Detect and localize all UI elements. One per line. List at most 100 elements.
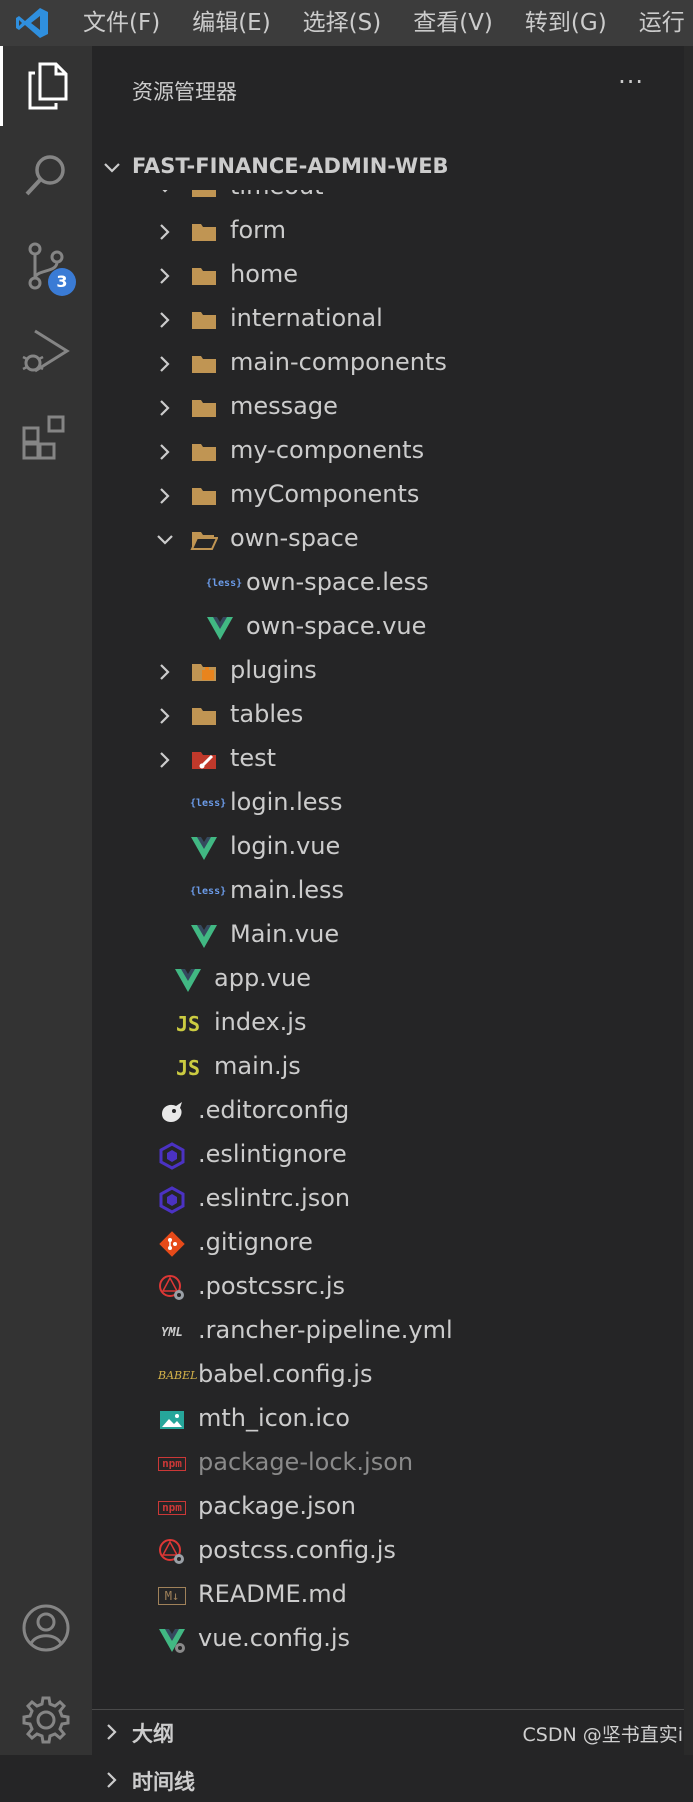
menu-item[interactable]: 编辑(E)	[192, 0, 286, 46]
tree-item-label: own-space	[230, 524, 359, 552]
menu-item[interactable]: 选择(S)	[303, 0, 398, 46]
menu-item[interactable]: 运行	[639, 0, 693, 46]
folder-row[interactable]: international	[92, 298, 684, 342]
vue-icon	[190, 922, 218, 950]
tree-item-label: own-space.vue	[246, 612, 427, 640]
tree-item-label: home	[230, 260, 299, 288]
folder-row[interactable]: own-space	[92, 518, 684, 562]
file-row[interactable]: npm package.json	[92, 1486, 684, 1530]
run-debug-activity[interactable]	[0, 312, 92, 392]
file-row[interactable]: .eslintrc.json	[92, 1178, 684, 1222]
tree-item-label: package-lock.json	[198, 1448, 414, 1476]
tree-item-label: app.vue	[214, 964, 311, 992]
file-row[interactable]: YML .rancher-pipeline.yml	[92, 1310, 684, 1354]
file-row[interactable]: {less} login.less	[92, 782, 684, 826]
test-folder-icon	[190, 746, 218, 774]
manage-activity[interactable]	[0, 1680, 92, 1760]
tree-item-label: .postcssrc.js	[198, 1272, 345, 1300]
file-row[interactable]: .editorconfig	[92, 1090, 684, 1134]
tree-item-label: my-components	[230, 436, 425, 464]
npm-icon: npm	[158, 1494, 186, 1522]
chevron-down-icon	[154, 190, 176, 203]
folder-icon	[190, 306, 218, 334]
watermark: CSDN @坚书直实i	[522, 1724, 684, 1746]
file-row[interactable]: JS index.js	[92, 1002, 684, 1046]
timeline-label: 时间线	[132, 1770, 195, 1794]
folder-row[interactable]: form	[92, 210, 684, 254]
file-row[interactable]: npm package-lock.json	[92, 1442, 684, 1486]
search-icon	[25, 155, 65, 196]
file-row[interactable]: postcss.config.js	[92, 1530, 684, 1574]
folder-row[interactable]: plugins	[92, 650, 684, 694]
tree-item-label: .eslintrc.json	[198, 1184, 351, 1212]
search-activity[interactable]	[0, 136, 92, 216]
tree-item-label: form	[230, 216, 286, 244]
less-icon-glyph: {less}	[206, 578, 243, 589]
menu-list: 文件(F) 编辑(E) 选择(S) 查看(V) 转到(G) 运行	[83, 0, 693, 46]
file-tree: timeout form home international main-compone…	[92, 190, 684, 1690]
tree-item-label: postcss.config.js	[198, 1536, 396, 1564]
file-row[interactable]: M↓ README.md	[92, 1574, 684, 1618]
tree-item-label: plugins	[230, 656, 317, 684]
git-icon	[158, 1230, 186, 1258]
file-row[interactable]: {less} main.less	[92, 870, 684, 914]
folder-row[interactable]: main-components	[92, 342, 684, 386]
postcss-icon	[158, 1274, 186, 1302]
less-icon-glyph: {less}	[190, 886, 227, 897]
file-row[interactable]: mth_icon.ico	[92, 1398, 684, 1442]
tree-item-label: own-space.less	[246, 568, 429, 596]
folder-icon	[190, 702, 218, 730]
file-row[interactable]: .eslintignore	[92, 1134, 684, 1178]
tree-item-label: .rancher-pipeline.yml	[198, 1316, 453, 1344]
file-row[interactable]: JS main.js	[92, 1046, 684, 1090]
folder-row[interactable]: test	[92, 738, 684, 782]
file-row[interactable]: BABEL babel.config.js	[92, 1354, 684, 1398]
source-control-activity[interactable]: 3	[0, 226, 92, 306]
less-icon: {less}	[190, 878, 227, 906]
chevron-right-icon	[154, 221, 176, 247]
file-row[interactable]: .postcssrc.js	[92, 1266, 684, 1310]
account-icon	[22, 1604, 70, 1652]
vue-icon	[174, 966, 202, 994]
menu-bar: 文件(F) 编辑(E) 选择(S) 查看(V) 转到(G) 运行	[0, 0, 693, 46]
chevron-right-icon	[154, 441, 176, 467]
file-row[interactable]: vue.config.js	[92, 1618, 684, 1662]
menu-item[interactable]: 文件(F)	[83, 0, 176, 46]
timeline-section-header[interactable]: 时间线	[92, 1758, 684, 1802]
tree-item-label: login.less	[230, 788, 343, 816]
workspace-root-row[interactable]: FAST-FINANCE-ADMIN-WEB	[92, 146, 684, 190]
explorer-activity[interactable]	[0, 46, 92, 126]
folder-row[interactable]: timeout	[92, 190, 684, 210]
folder-row[interactable]: home	[92, 254, 684, 298]
files-icon	[28, 62, 67, 110]
sidebar-scrollbar[interactable]	[684, 46, 693, 1755]
tree-item-label: README.md	[198, 1580, 347, 1608]
folder-row[interactable]: myComponents	[92, 474, 684, 518]
folder-row[interactable]: message	[92, 386, 684, 430]
file-row[interactable]: login.vue	[92, 826, 684, 870]
extensions-icon	[22, 415, 65, 460]
file-row[interactable]: own-space.vue	[92, 606, 684, 650]
js-icon: JS	[174, 1010, 202, 1038]
tree-item-label: .gitignore	[198, 1228, 313, 1256]
workspace-root-label: FAST-FINANCE-ADMIN-WEB	[132, 154, 449, 178]
folder-row[interactable]: my-components	[92, 430, 684, 474]
folder-icon	[190, 262, 218, 290]
file-row[interactable]: .gitignore	[92, 1222, 684, 1266]
tree-item-label: tables	[230, 700, 304, 728]
accounts-activity[interactable]	[0, 1588, 92, 1668]
tree-item-label: babel.config.js	[198, 1360, 373, 1388]
menu-item[interactable]: 查看(V)	[413, 0, 509, 46]
more-actions-button[interactable]: ···	[618, 68, 644, 96]
explorer-header: 资源管理器 ···	[92, 46, 684, 136]
file-row[interactable]: Main.vue	[92, 914, 684, 958]
tree-item-label: .eslintignore	[198, 1140, 347, 1168]
extensions-activity[interactable]	[0, 398, 92, 478]
vue-icon	[206, 614, 234, 642]
menu-item[interactable]: 转到(G)	[525, 0, 623, 46]
gear-icon	[22, 1696, 70, 1744]
file-row[interactable]: app.vue	[92, 958, 684, 1002]
file-row[interactable]: {less} own-space.less	[92, 562, 684, 606]
folder-row[interactable]: tables	[92, 694, 684, 738]
folder-open-icon	[190, 526, 219, 554]
